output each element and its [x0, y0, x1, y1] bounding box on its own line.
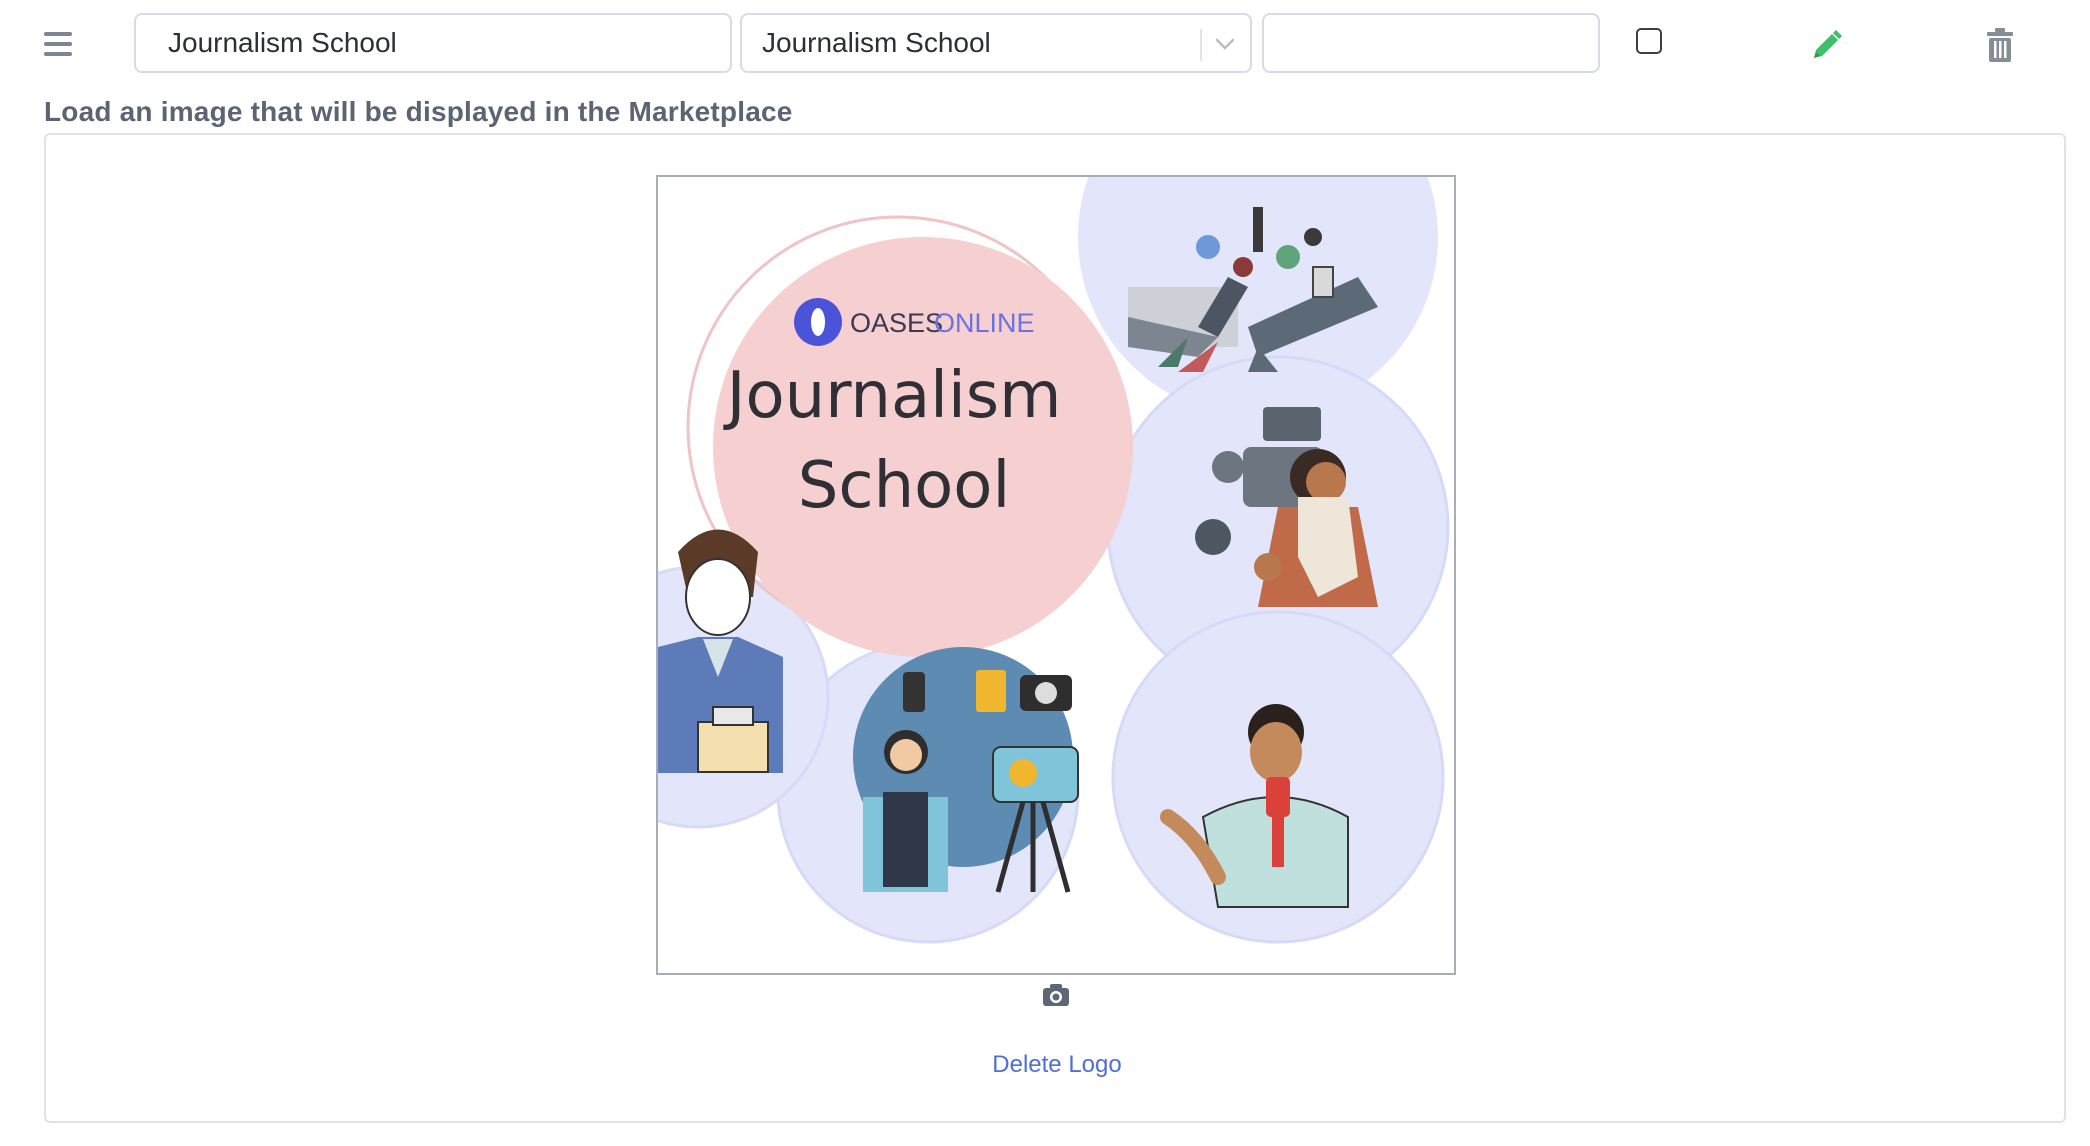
pencil-icon[interactable] — [1810, 28, 1844, 62]
select-separator — [1200, 29, 1202, 61]
extra-input[interactable] — [1262, 13, 1600, 73]
trash-icon[interactable] — [1985, 28, 2015, 62]
chevron-down-icon[interactable] — [1210, 29, 1240, 59]
camera-icon[interactable] — [1042, 983, 1070, 1007]
logo-image[interactable]: OASES ONLINE Journalism School — [656, 175, 1456, 975]
name-input[interactable] — [134, 13, 732, 73]
delete-logo-link[interactable]: Delete Logo — [46, 1051, 2068, 1079]
logo-title-line1: Journalism — [723, 359, 1062, 433]
upload-label: Load an image that will be displayed in … — [44, 96, 793, 127]
row-checkbox[interactable] — [1636, 28, 1662, 54]
select-value: Journalism School — [762, 27, 991, 58]
table-row: Journalism School — [0, 0, 2090, 90]
school-select[interactable]: Journalism School — [740, 13, 1252, 73]
brand-right: ONLINE — [934, 308, 1035, 338]
brand-left: OASES — [850, 308, 943, 338]
logo-title-line2: School — [798, 449, 1010, 523]
menu-icon[interactable] — [44, 32, 72, 56]
logo-illustration: OASES ONLINE Journalism School — [658, 177, 1454, 973]
image-upload-panel: OASES ONLINE Journalism School Delete Lo… — [44, 133, 2066, 1123]
